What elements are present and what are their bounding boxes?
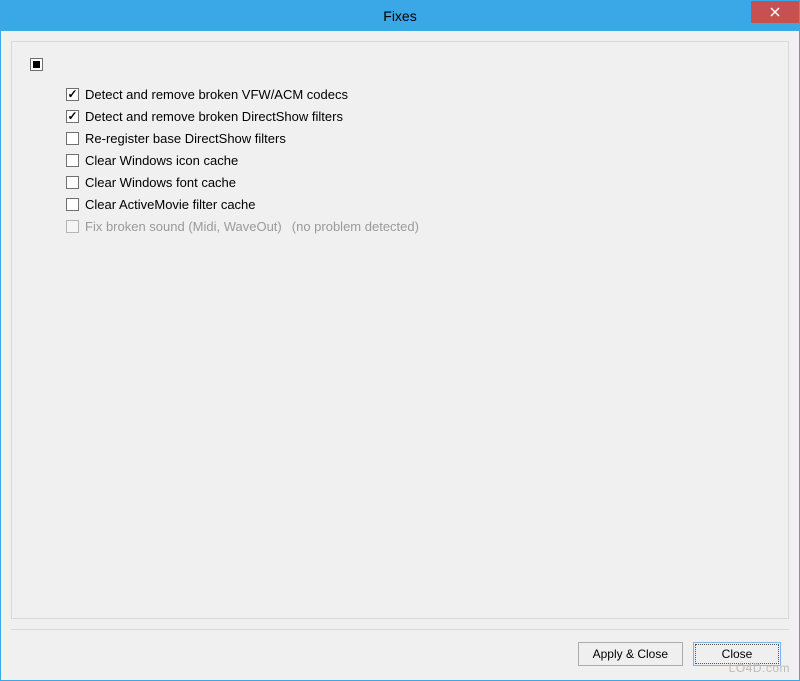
checkbox-row: Fix broken sound (Midi, WaveOut) (no prob… [66,215,770,237]
checkbox-label[interactable]: Clear Windows font cache [85,175,236,190]
checkbox[interactable] [66,88,79,101]
checkbox-suffix: (no problem detected) [292,219,419,234]
checkbox-label[interactable]: Detect and remove broken DirectShow filt… [85,109,343,124]
checkbox-row: Clear Windows font cache [66,171,770,193]
checkbox[interactable] [66,176,79,189]
checkbox-row: Detect and remove broken VFW/ACM codecs [66,83,770,105]
checkbox-label[interactable]: Clear Windows icon cache [85,153,238,168]
options-panel: Detect and remove broken VFW/ACM codecs D… [11,41,789,619]
button-bar: Apply & Close Close [1,630,799,680]
checkbox-label[interactable]: Re-register base DirectShow filters [85,131,286,146]
checkbox-row: Detect and remove broken DirectShow filt… [66,105,770,127]
fixes-window: Fixes Detect and remove broken VFW/ACM c… [0,0,800,681]
content-area: Detect and remove broken VFW/ACM codecs D… [1,31,799,629]
apply-close-button[interactable]: Apply & Close [578,642,683,666]
titlebar[interactable]: Fixes [1,1,799,31]
checkbox-label[interactable]: Detect and remove broken VFW/ACM codecs [85,87,348,102]
select-all-checkbox[interactable] [30,58,43,71]
checkbox[interactable] [66,198,79,211]
close-window-button[interactable] [751,1,799,23]
checkbox-row: Clear Windows icon cache [66,149,770,171]
checkbox-label: Fix broken sound (Midi, WaveOut) [85,219,282,234]
checkbox [66,220,79,233]
checkbox-row: Clear ActiveMovie filter cache [66,193,770,215]
checkbox-list: Detect and remove broken VFW/ACM codecs D… [66,83,770,237]
window-title: Fixes [383,8,416,24]
checkbox-label[interactable]: Clear ActiveMovie filter cache [85,197,256,212]
checkbox[interactable] [66,110,79,123]
checkbox[interactable] [66,154,79,167]
checkbox-row: Re-register base DirectShow filters [66,127,770,149]
close-icon [770,7,780,17]
checkbox[interactable] [66,132,79,145]
close-button[interactable]: Close [693,642,781,666]
